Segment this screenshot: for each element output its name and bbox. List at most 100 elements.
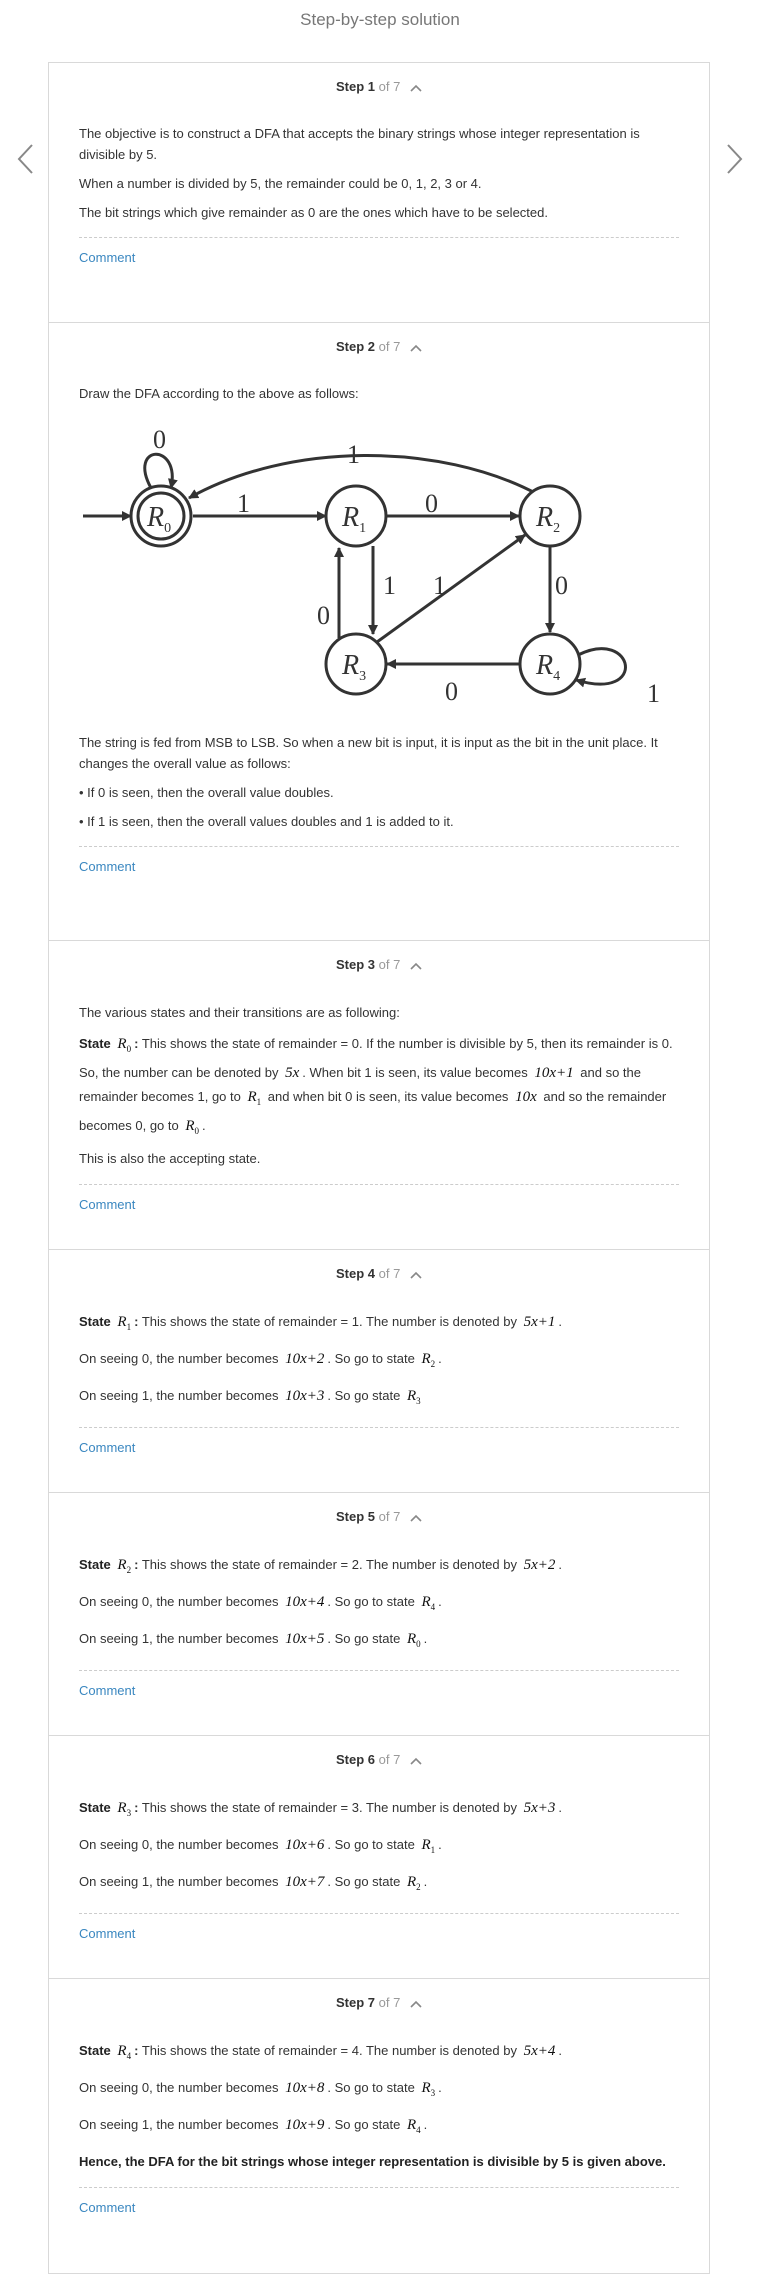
comment-link[interactable]: Comment: [79, 1197, 135, 1212]
chevron-right-icon: [727, 144, 743, 174]
transition-line: On seeing 1, the number becomes 10x+9. S…: [79, 2117, 428, 2135]
step-header: Step 7 of 7: [79, 1979, 679, 2013]
math-expression: 10x+3: [285, 1388, 325, 1404]
state-symbol: R1: [247, 1089, 262, 1107]
state-symbol: R2: [117, 1557, 132, 1575]
step-label: Step 4: [336, 1266, 376, 1281]
math-expression: 10x+2: [285, 1351, 325, 1367]
step-paragraph: • If 0 is seen, then the overall value d…: [79, 785, 334, 800]
state-label: State: [79, 2043, 111, 2058]
step-card-5: Step 5 of 7 State R2: This shows the sta…: [49, 1492, 709, 1735]
state-label: State: [79, 1557, 111, 1572]
divider: [79, 1670, 679, 1671]
solution-card: Step 1 of 7 The objective is to construc…: [48, 62, 710, 2274]
state-description: State R1: This shows the state of remain…: [79, 1314, 563, 1332]
step-header: Step 4 of 7: [79, 1250, 679, 1284]
step-label: Step 6: [336, 1752, 376, 1767]
step-count: of 7: [378, 1266, 401, 1281]
state-symbol: R2: [406, 1874, 421, 1892]
conclusion-text: Hence, the DFA for the bit strings whose…: [79, 2154, 666, 2169]
step-intro: The various states and their transitions…: [79, 1005, 400, 1020]
chevron-up-icon[interactable]: [410, 1267, 422, 1282]
step-count: of 7: [378, 1995, 401, 2010]
transition-symbol: 1: [433, 571, 446, 600]
prev-step-arrow[interactable]: [14, 142, 38, 176]
state-symbol: R4: [421, 1594, 436, 1612]
step-label: Step 3: [336, 957, 376, 972]
transition-r0-r0: [143, 452, 178, 489]
step-label: Step 1: [336, 79, 376, 94]
transition-line: On seeing 0, the number becomes 10x+2. S…: [79, 1351, 442, 1369]
state-symbol: R3: [421, 2080, 436, 2098]
state-symbol: R1: [421, 1837, 436, 1855]
step-paragraph: The objective is to construct a DFA that…: [79, 126, 640, 162]
page-title: Step-by-step solution: [300, 10, 460, 29]
step-header: Step 5 of 7: [79, 1493, 679, 1527]
state-description: State R3: This shows the state of remain…: [79, 1800, 563, 1818]
step-header: Step 1 of 7: [79, 63, 679, 97]
state-symbol: R0: [185, 1118, 200, 1136]
chevron-up-icon[interactable]: [410, 1996, 422, 2011]
math-expression: 10x: [515, 1089, 537, 1105]
chevron-up-icon[interactable]: [410, 340, 422, 355]
step-count: of 7: [378, 1509, 401, 1524]
divider: [79, 1427, 679, 1428]
step-card-1: Step 1 of 7 The objective is to construc…: [49, 63, 709, 322]
chevron-up-icon[interactable]: [410, 1510, 422, 1525]
transition-symbol: 1: [647, 679, 660, 708]
transition-symbol: 1: [383, 571, 396, 600]
math-expression: 10x+1: [534, 1065, 574, 1081]
transition-line: On seeing 1, the number becomes 10x+7. S…: [79, 1874, 428, 1892]
math-expression: 10x+5: [285, 1631, 325, 1647]
state-symbol: R2: [421, 1351, 436, 1369]
chevron-up-icon[interactable]: [410, 1753, 422, 1768]
comment-link[interactable]: Comment: [79, 1440, 135, 1455]
step-paragraph: This is also the accepting state.: [79, 1151, 261, 1166]
step-count: of 7: [378, 1752, 401, 1767]
transition-line: On seeing 1, the number becomes 10x+5. S…: [79, 1631, 428, 1649]
comment-link[interactable]: Comment: [79, 250, 135, 265]
math-expression: 10x+7: [285, 1874, 325, 1890]
transition-line: On seeing 1, the number becomes 10x+3. S…: [79, 1384, 679, 1413]
step-label: Step 2: [336, 339, 376, 354]
next-step-arrow[interactable]: [722, 142, 746, 176]
divider: [79, 237, 679, 238]
step-card-4: Step 4 of 7 State R1: This shows the sta…: [49, 1249, 709, 1492]
step-paragraph: When a number is divided by 5, the remai…: [79, 176, 482, 191]
dfa-diagram: R0 R1 R2 R3 R4 0 1 0 1 1 0 0 1 0 1: [83, 425, 660, 708]
step-count: of 7: [378, 79, 401, 94]
math-expression: 10x+4: [285, 1594, 325, 1610]
state-label: State: [79, 1314, 111, 1329]
step-paragraph: • If 1 is seen, then the overall values …: [79, 814, 454, 829]
state-symbol: R0: [406, 1631, 421, 1649]
math-expression: 10x+8: [285, 2080, 325, 2096]
step-count: of 7: [378, 957, 401, 972]
transition-symbol: 0: [555, 571, 568, 600]
comment-link[interactable]: Comment: [79, 1683, 135, 1698]
state-description: State R0: This shows the state of remain…: [79, 1036, 673, 1136]
chevron-up-icon[interactable]: [410, 80, 422, 95]
comment-link[interactable]: Comment: [79, 2200, 135, 2215]
math-expression: 5x+4: [523, 2043, 556, 2059]
transition-line: On seeing 0, the number becomes 10x+4. S…: [79, 1594, 442, 1612]
comment-link[interactable]: Comment: [79, 1926, 135, 1941]
divider: [79, 2187, 679, 2188]
step-card-7: Step 7 of 7 State R4: This shows the sta…: [49, 1978, 709, 2273]
transition-symbol: 0: [153, 425, 166, 454]
step-card-3: Step 3 of 7 The various states and their…: [49, 940, 709, 1249]
transition-r4-r4: [575, 647, 627, 688]
state-symbol: R4: [406, 2117, 421, 2135]
step-intro: Draw the DFA according to the above as f…: [79, 386, 359, 401]
step-paragraph: The bit strings which give remainder as …: [79, 205, 548, 220]
state-label: State: [79, 1800, 111, 1815]
state-symbol: R3: [117, 1800, 132, 1818]
chevron-up-icon[interactable]: [410, 958, 422, 973]
step-card-6: Step 6 of 7 State R3: This shows the sta…: [49, 1735, 709, 1978]
step-header: Step 6 of 7: [79, 1736, 679, 1770]
step-card-2: Step 2 of 7 Draw the DFA according to th…: [49, 322, 709, 940]
step-header: Step 3 of 7: [79, 941, 679, 975]
comment-link[interactable]: Comment: [79, 859, 135, 874]
math-expression: 10x+6: [285, 1837, 325, 1853]
divider: [79, 846, 679, 847]
divider: [79, 1913, 679, 1914]
